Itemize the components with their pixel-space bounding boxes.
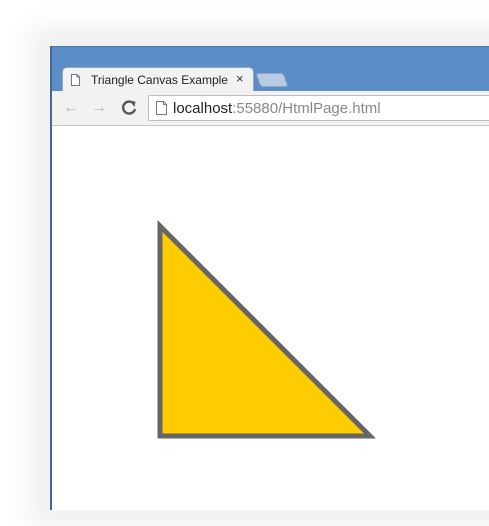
new-tab-button[interactable] [255, 73, 289, 87]
tab-title: Triangle Canvas Example [91, 73, 228, 87]
address-bar[interactable]: localhost:55880/HtmlPage.html [148, 95, 489, 121]
back-arrow-icon[interactable]: ← [61, 98, 81, 118]
browser-window: Triangle Canvas Example × ← → localhost:… [50, 46, 489, 510]
document-icon [71, 74, 80, 86]
toolbar: ← → localhost:55880/HtmlPage.html [52, 91, 489, 126]
title-bar: Triangle Canvas Example × [52, 46, 489, 92]
reload-icon-glyph [122, 100, 137, 115]
page-icon [156, 101, 167, 115]
url-host: localhost [173, 100, 233, 117]
url-path: :55880/HtmlPage.html [232, 100, 381, 117]
reload-icon[interactable] [119, 98, 139, 118]
triangle-shape [157, 219, 377, 439]
triangle-canvas [157, 219, 377, 439]
page-content [52, 126, 489, 510]
tab-active[interactable]: Triangle Canvas Example × [62, 67, 254, 92]
url-text: localhost:55880/HtmlPage.html [173, 100, 381, 117]
close-icon[interactable]: × [236, 71, 244, 87]
forward-arrow-icon[interactable]: → [89, 98, 109, 118]
